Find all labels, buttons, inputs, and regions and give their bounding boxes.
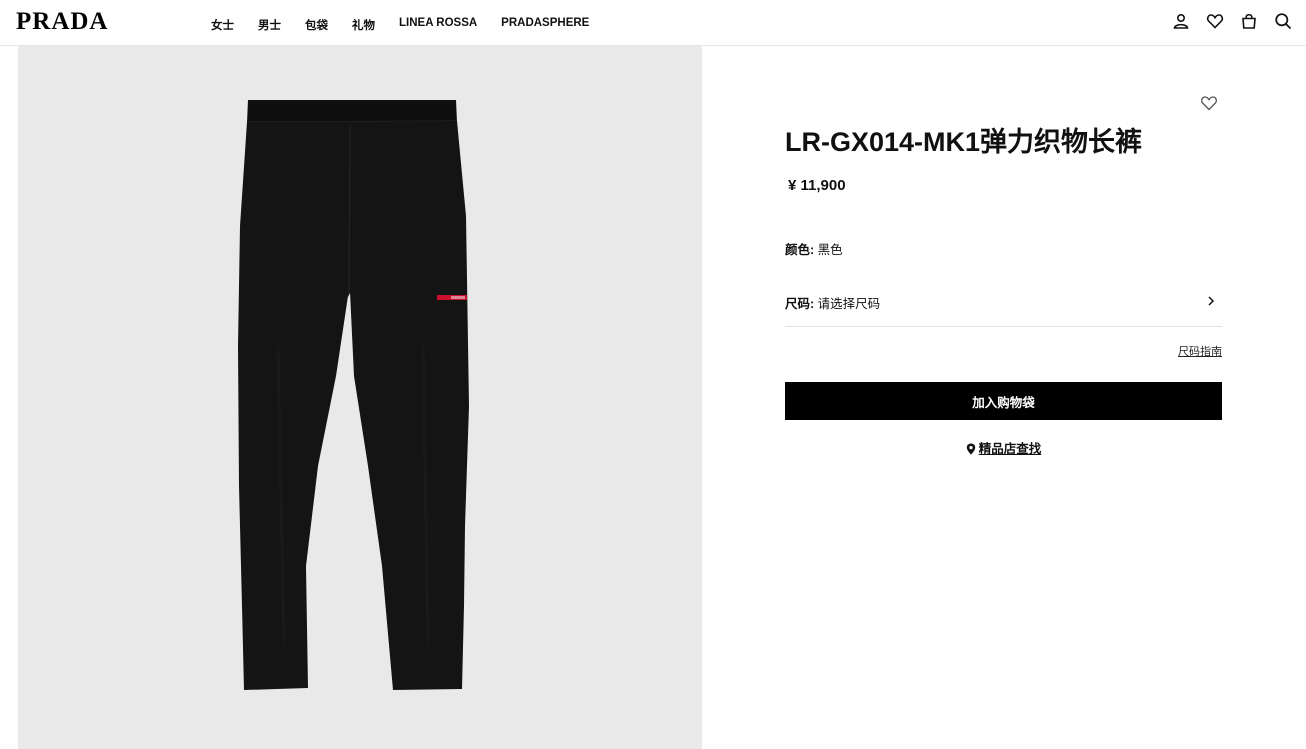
product-price: ¥ 11,900	[788, 177, 846, 194]
heart-icon[interactable]	[1206, 12, 1224, 30]
header-icons	[1172, 12, 1292, 30]
product-image[interactable]	[18, 46, 702, 749]
nav-item-women[interactable]: 女士	[211, 17, 234, 33]
size-selector[interactable]: 尺码: 请选择尺码	[785, 282, 1222, 327]
user-icon[interactable]	[1172, 12, 1190, 30]
color-label: 颜色:	[785, 243, 815, 257]
size-label: 尺码:	[785, 297, 815, 311]
prada-logo[interactable]: PRADA	[16, 8, 109, 36]
nav-item-gifts[interactable]: 礼物	[352, 17, 375, 33]
size-placeholder: 请选择尺码	[817, 297, 881, 311]
site-header: PRADA 女士 男士 包袋 礼物 LINEA ROSSA PRADASPHER…	[0, 0, 1306, 46]
product-details: LR-GX014-MK1弹力织物长裤 ¥ 11,900 颜色: 黑色 尺码: 请…	[785, 46, 1222, 749]
nav-item-linea-rossa[interactable]: LINEA ROSSA	[399, 17, 477, 33]
color-value: 黑色	[817, 243, 843, 257]
wishlist-heart-icon[interactable]	[1200, 94, 1218, 112]
store-finder-link[interactable]: 精品店查找	[979, 442, 1042, 456]
nav-item-men[interactable]: 男士	[258, 17, 281, 33]
main-nav: 女士 男士 包袋 礼物 LINEA ROSSA PRADASPHERE	[211, 17, 613, 33]
nav-item-pradasphere[interactable]: PRADASPHERE	[501, 17, 589, 33]
location-pin-icon	[966, 443, 975, 455]
size-text: 尺码: 请选择尺码	[785, 293, 880, 312]
bag-icon[interactable]	[1240, 12, 1258, 30]
search-icon[interactable]	[1274, 12, 1292, 30]
store-finder[interactable]: 精品店查找	[785, 438, 1222, 457]
chevron-right-icon	[1208, 296, 1215, 306]
product-title: LR-GX014-MK1弹力织物长裤	[785, 127, 1143, 157]
add-to-bag-button[interactable]: 加入购物袋	[785, 382, 1222, 420]
size-guide-link[interactable]: 尺码指南	[1178, 343, 1222, 359]
pants-image	[238, 100, 469, 690]
color-row: 颜色: 黑色	[785, 239, 843, 258]
nav-item-bags[interactable]: 包袋	[305, 17, 328, 33]
